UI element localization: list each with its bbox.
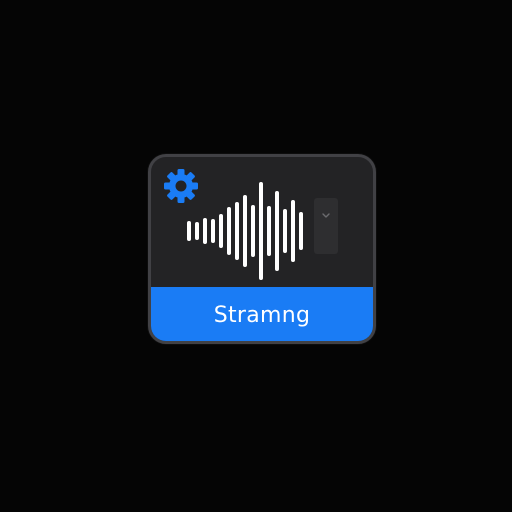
streaming-widget: Stramng [148,154,376,344]
status-label: Stramng [213,303,311,328]
dropdown-toggle[interactable] [314,198,338,254]
chevron-down-icon [322,213,330,218]
streaming-status-button[interactable]: Stramng [151,287,373,341]
screen-background: Stramng [0,0,512,512]
audio-waveform-icon [187,182,303,280]
